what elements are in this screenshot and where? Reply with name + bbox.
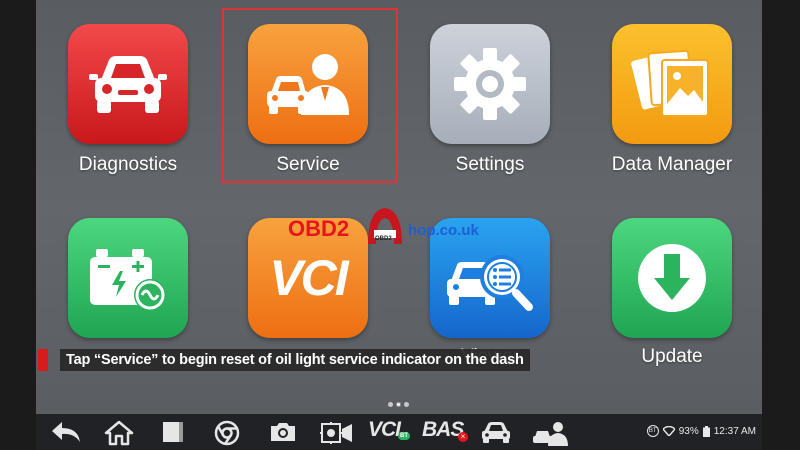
page-dot[interactable] (404, 402, 409, 407)
watermark-suffix: hop.co.uk (408, 222, 479, 239)
car-search-icon (447, 255, 533, 311)
back-icon[interactable] (50, 420, 82, 444)
recent-apps-icon[interactable] (160, 420, 186, 446)
battery-app-icon[interactable] (68, 218, 188, 338)
home-icon[interactable] (104, 420, 134, 446)
wifi-icon (662, 426, 675, 436)
diagnostics-label: Diagnostics (78, 154, 178, 175)
instruction-caption: Tap “Service” to begin reset of oil ligh… (38, 348, 530, 372)
photos-icon (631, 49, 709, 117)
watermark-badge-text: OBD2 (375, 236, 392, 242)
download-icon (638, 244, 706, 312)
clock: 12:37 AM (713, 425, 756, 437)
data-manager-label: Data Manager (611, 154, 733, 175)
battery-percent: 93% (678, 425, 699, 437)
service-highlight-box (222, 8, 398, 183)
data-manager-app-icon[interactable] (612, 24, 732, 144)
battery-test-icon (90, 249, 166, 311)
chrome-browser-icon[interactable] (214, 420, 240, 446)
service-shortcut-icon[interactable] (532, 420, 568, 446)
car-shortcut-icon[interactable] (480, 420, 512, 444)
settings-label: Settings (455, 154, 525, 175)
screen-record-icon[interactable] (320, 420, 354, 446)
vci-bt-badge: BT (398, 432, 410, 440)
caption-text: Tap “Service” to begin reset of oil ligh… (60, 349, 530, 371)
page-dot[interactable] (388, 402, 393, 407)
camera-icon[interactable] (268, 420, 298, 444)
car-front-icon (89, 56, 167, 113)
vci-icon: VCI (269, 250, 348, 306)
watermark-brand: OBD2 (288, 216, 350, 241)
bas-connection-icon[interactable]: BAS × (422, 418, 468, 442)
caption-marker (38, 349, 48, 371)
vci-taskbar-label: VCI (368, 418, 401, 441)
page-dot-active[interactable] (396, 402, 401, 407)
home-screen: Diagnostics Service Settings Data Manage… (36, 0, 762, 414)
watermark-logo: OBD2 OBD2 hop.co.uk (288, 208, 528, 248)
status-bar: BT 93% 12:37 AM (646, 425, 756, 437)
page-indicator (388, 402, 409, 407)
vci-connection-icon[interactable]: VCI BT (368, 418, 410, 442)
gear-icon (454, 48, 526, 120)
update-label: Update (641, 346, 703, 367)
battery-icon (702, 425, 710, 437)
settings-app-icon[interactable] (430, 24, 550, 144)
diagnostics-app-icon[interactable] (68, 24, 188, 144)
bottom-taskbar: VCI BT BAS × BT 93% 12:37 AM (36, 414, 762, 450)
update-app-icon[interactable] (612, 218, 732, 338)
bluetooth-indicator: BT (646, 425, 659, 437)
bas-disconnected-icon: × (458, 432, 468, 442)
